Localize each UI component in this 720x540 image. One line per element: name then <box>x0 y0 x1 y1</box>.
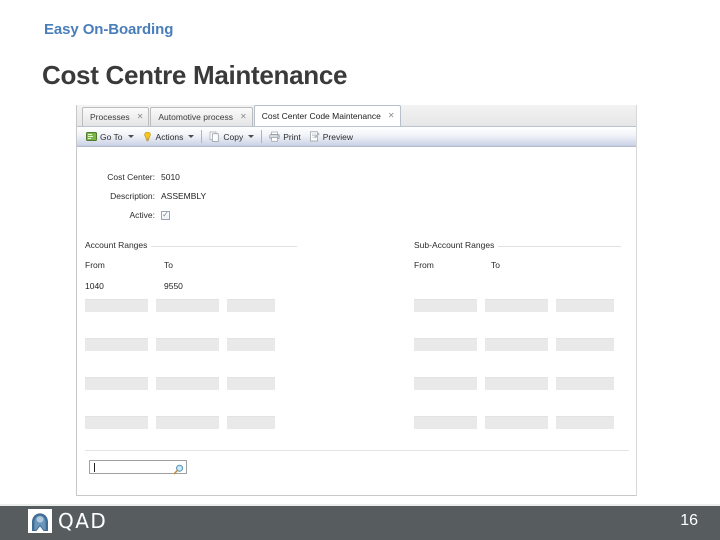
description-label: Description: <box>110 191 155 201</box>
sub-account-range-input[interactable] <box>556 299 614 312</box>
description-value[interactable]: ASSEMBLY <box>161 191 206 201</box>
sub-account-range-input[interactable] <box>485 338 548 351</box>
sub-account-range-input[interactable] <box>556 338 614 351</box>
tab-automotive-process[interactable]: Automotive process ✕ <box>150 107 253 126</box>
qad-logo: QAD <box>28 509 107 533</box>
go-to-label: Go To <box>100 131 123 142</box>
sub-account-range-input[interactable] <box>556 377 614 390</box>
sub-account-range-input[interactable] <box>414 299 477 312</box>
toolbar: Go To Actions Copy Print Preview <box>77 127 636 147</box>
preview-icon <box>309 131 320 142</box>
tab-label: Automotive process <box>158 112 234 122</box>
bottom-divider <box>85 450 629 451</box>
cost-center-field-row: Cost Center: 5010 <box>85 172 180 182</box>
account-range-input[interactable] <box>227 299 275 312</box>
qad-mark-icon <box>28 509 52 533</box>
sub-account-range-input[interactable] <box>414 338 477 351</box>
active-checkbox[interactable]: ✓ <box>161 210 170 220</box>
account-ranges-title: Account Ranges <box>85 240 152 250</box>
description-field-row: Description: ASSEMBLY <box>85 191 206 201</box>
print-icon <box>269 131 280 142</box>
page-number: 16 <box>680 512 698 529</box>
copy-icon <box>209 131 220 142</box>
tab-label: Cost Center Code Maintenance <box>261 111 381 121</box>
account-to-header: To <box>164 260 173 270</box>
chevron-down-icon[interactable] <box>188 135 195 138</box>
print-button[interactable]: Print <box>265 130 304 143</box>
account-range-input[interactable] <box>227 377 275 390</box>
sub-account-from-header: From <box>414 260 434 270</box>
actions-label: Actions <box>155 131 184 142</box>
text-cursor <box>94 462 95 472</box>
active-label: Active: <box>129 210 155 220</box>
application-window: Processes ✕ Automotive process ✕ Cost Ce… <box>76 105 637 496</box>
chevron-down-icon[interactable] <box>127 135 134 138</box>
tab-processes[interactable]: Processes ✕ <box>82 107 150 126</box>
account-range-input[interactable] <box>85 377 148 390</box>
goto-icon <box>86 131 97 142</box>
slide-kicker: Easy On-Boarding <box>44 21 174 38</box>
qad-wordmark: QAD <box>58 509 108 533</box>
sub-account-range-input[interactable] <box>414 377 477 390</box>
toolbar-separator <box>201 130 203 143</box>
toolbar-separator <box>261 130 263 143</box>
cost-center-value[interactable]: 5010 <box>161 172 180 182</box>
cost-center-label: Cost Center: <box>107 172 155 182</box>
account-range-input[interactable] <box>156 377 219 390</box>
account-range-input[interactable] <box>85 416 148 429</box>
sub-account-ranges-title: Sub-Account Ranges <box>414 240 499 250</box>
tab-strip: Processes ✕ Automotive process ✕ Cost Ce… <box>77 105 636 127</box>
copy-label: Copy <box>223 131 244 142</box>
account-range-input[interactable] <box>156 338 219 351</box>
sub-account-range-input[interactable] <box>414 416 477 429</box>
account-from-value[interactable]: 1040 <box>85 281 104 291</box>
active-field-row: Active: ✓ <box>85 210 170 220</box>
sub-account-range-input[interactable] <box>485 416 548 429</box>
close-icon[interactable]: ✕ <box>386 112 395 120</box>
close-icon[interactable]: ✕ <box>135 113 144 121</box>
slide-root: Easy On-Boarding Cost Centre Maintenance… <box>0 0 720 540</box>
go-to-button[interactable]: Go To <box>82 130 138 143</box>
actions-icon <box>142 131 153 142</box>
account-to-value[interactable]: 9550 <box>164 281 183 291</box>
preview-button[interactable]: Preview <box>305 130 357 143</box>
print-label: Print <box>283 131 301 142</box>
account-range-input[interactable] <box>227 416 275 429</box>
sub-account-to-header: To <box>491 260 500 270</box>
account-range-input[interactable] <box>85 299 148 312</box>
form-body: Cost Center: 5010 Description: ASSEMBLY … <box>77 147 636 495</box>
search-input[interactable] <box>89 460 187 474</box>
tab-label: Processes <box>90 112 130 122</box>
account-range-input[interactable] <box>156 299 219 312</box>
actions-button[interactable]: Actions <box>138 130 199 143</box>
chevron-down-icon[interactable] <box>248 135 255 138</box>
page-title: Cost Centre Maintenance <box>42 60 348 90</box>
footer-top-line <box>0 504 720 506</box>
magnifier-icon[interactable] <box>173 462 184 474</box>
account-from-header: From <box>85 260 105 270</box>
tab-cost-center-code-maintenance[interactable]: Cost Center Code Maintenance ✕ <box>253 105 401 126</box>
close-icon[interactable]: ✕ <box>238 113 247 121</box>
preview-label: Preview <box>322 131 353 142</box>
sub-account-range-input[interactable] <box>485 377 548 390</box>
footer-bar <box>0 504 720 540</box>
copy-button[interactable]: Copy <box>205 130 258 143</box>
account-range-input[interactable] <box>85 338 148 351</box>
sub-account-range-input[interactable] <box>485 299 548 312</box>
account-range-input[interactable] <box>227 338 275 351</box>
sub-account-range-input[interactable] <box>556 416 614 429</box>
account-range-input[interactable] <box>156 416 219 429</box>
